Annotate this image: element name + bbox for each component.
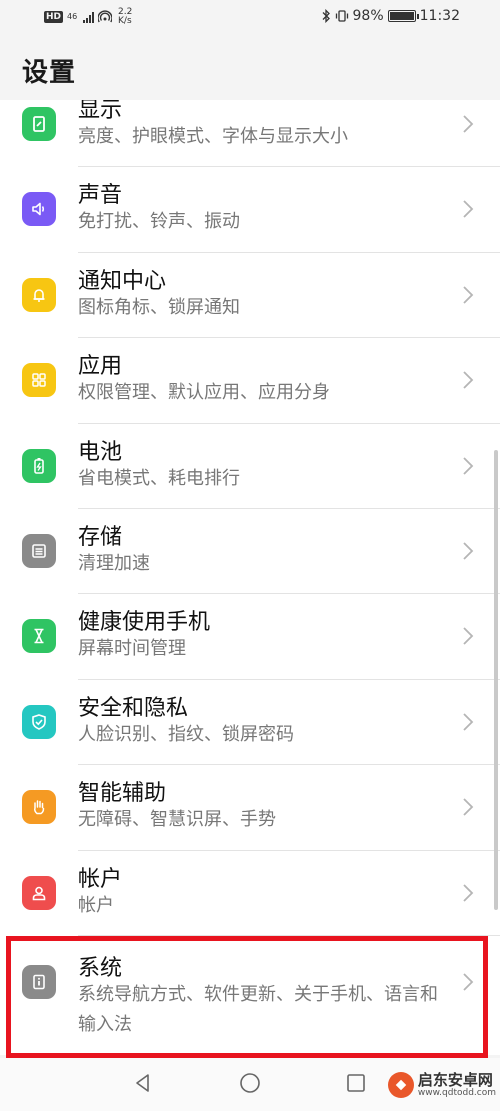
chevron-right-icon [463, 200, 474, 219]
vibrate-icon [335, 10, 348, 22]
settings-item-subtitle: 图标角标、锁屏通知 [78, 296, 240, 318]
signal-icon [83, 11, 95, 23]
chevron-right-icon [463, 883, 474, 902]
chevron-right-icon [463, 542, 474, 560]
settings-item[interactable]: 声音 免打扰、铃声、振动 [0, 167, 500, 253]
settings-item-subtitle: 帐户 [78, 894, 114, 916]
settings-item-title: 电池 [78, 439, 123, 465]
settings-item[interactable]: 帐户 帐户 [0, 851, 500, 936]
hand-icon [22, 790, 56, 825]
settings-item[interactable]: 存储 清理加速 [0, 509, 500, 595]
settings-item-subtitle: 免打扰、铃声、振动 [78, 211, 240, 233]
battery-percent: 98% [352, 8, 384, 24]
settings-item[interactable]: 安全和隐私 人脸识别、指纹、锁屏密码 [0, 680, 500, 766]
chevron-right-icon [463, 115, 474, 133]
network-type: 46 [67, 12, 78, 21]
settings-item-title: 智能辅助 [78, 781, 167, 807]
settings-item-subtitle: 权限管理、默认应用、应用分身 [78, 382, 330, 404]
settings-item-subtitle: 屏幕时间管理 [78, 638, 186, 660]
page-title: 设置 [22, 58, 77, 88]
back-icon[interactable] [132, 1072, 154, 1094]
settings-item-title: 存储 [78, 525, 123, 550]
settings-item-title: 应用 [78, 354, 123, 380]
settings-list[interactable]: 显示 亮度、护眼模式、字体与显示大小 声音 免打扰、铃声、振动 通知中心 图标角标、锁屏通… [0, 100, 500, 1055]
watermark: 启东安卓网 www.qdtodd.com [387, 1071, 496, 1098]
settings-item-subtitle: 清理加速 [78, 553, 150, 574]
settings-item-subtitle: 省电模式、耗电排行 [78, 467, 240, 489]
settings-item[interactable]: 健康使用手机 屏幕时间管理 [0, 594, 500, 680]
chevron-right-icon [463, 456, 474, 475]
hotspot-icon [98, 10, 113, 23]
clock: 11:32 [419, 8, 460, 24]
net-speed: 2.2 K/s [118, 8, 132, 26]
chevron-right-icon [463, 798, 474, 816]
speaker-icon [22, 192, 56, 227]
settings-item[interactable]: 显示亮度、护眼模式、字体与显示大小 [0, 100, 500, 168]
settings-item-title: 声音 [78, 183, 123, 209]
settings-item-subtitle: 人脸识别、指纹、锁屏密码 [78, 723, 294, 745]
settings-item[interactable]: 电池 省电模式、耗电排行 [0, 424, 500, 509]
settings-item-subtitle: 无障碍、智慧识屏、手势 [78, 809, 276, 831]
scrollbar[interactable] [494, 450, 498, 910]
settings-item-title: 显示 [78, 100, 123, 123]
battery-status-icon [387, 10, 419, 22]
settings-item-title: 安全和隐私 [78, 695, 189, 721]
chevron-right-icon [463, 371, 474, 389]
display-icon [22, 107, 56, 141]
settings-item[interactable]: 智能辅助 无障碍、智慧识屏、手势 [0, 765, 500, 851]
status-right: 98% 11:32 [321, 8, 460, 24]
settings-item-subtitle: 亮度、护眼模式、字体与显示大小 [78, 126, 348, 147]
hourglass-icon [22, 619, 56, 654]
settings-item-title: 通知中心 [78, 268, 167, 294]
chevron-right-icon [463, 286, 474, 304]
apps-grid-icon [22, 363, 56, 398]
storage-icon [22, 534, 56, 568]
user-icon [22, 875, 56, 910]
status-bar: HD 46 2.2 K/s 98% 11:32 [0, 0, 500, 36]
bell-icon [22, 277, 56, 312]
highlight-box [6, 936, 488, 1058]
watermark-url: www.qdtodd.com [417, 1088, 496, 1098]
watermark-logo-icon [387, 1072, 414, 1098]
chevron-right-icon [463, 627, 474, 646]
shield-icon [22, 704, 56, 739]
settings-item-title: 健康使用手机 [78, 610, 211, 636]
watermark-name: 启东安卓网 [417, 1071, 493, 1089]
settings-item[interactable]: 应用 权限管理、默认应用、应用分身 [0, 338, 500, 424]
recents-icon[interactable] [345, 1072, 367, 1094]
settings-item-title: 帐户 [78, 866, 123, 892]
net-speed-unit: K/s [118, 16, 132, 26]
settings-item[interactable]: 通知中心 图标角标、锁屏通知 [0, 253, 500, 339]
battery-icon [22, 448, 56, 483]
home-icon[interactable] [239, 1072, 261, 1094]
hd-badge: HD [44, 11, 64, 23]
bluetooth-icon [322, 9, 330, 23]
status-left: HD 46 2.2 K/s [44, 8, 132, 26]
chevron-right-icon [463, 713, 474, 731]
